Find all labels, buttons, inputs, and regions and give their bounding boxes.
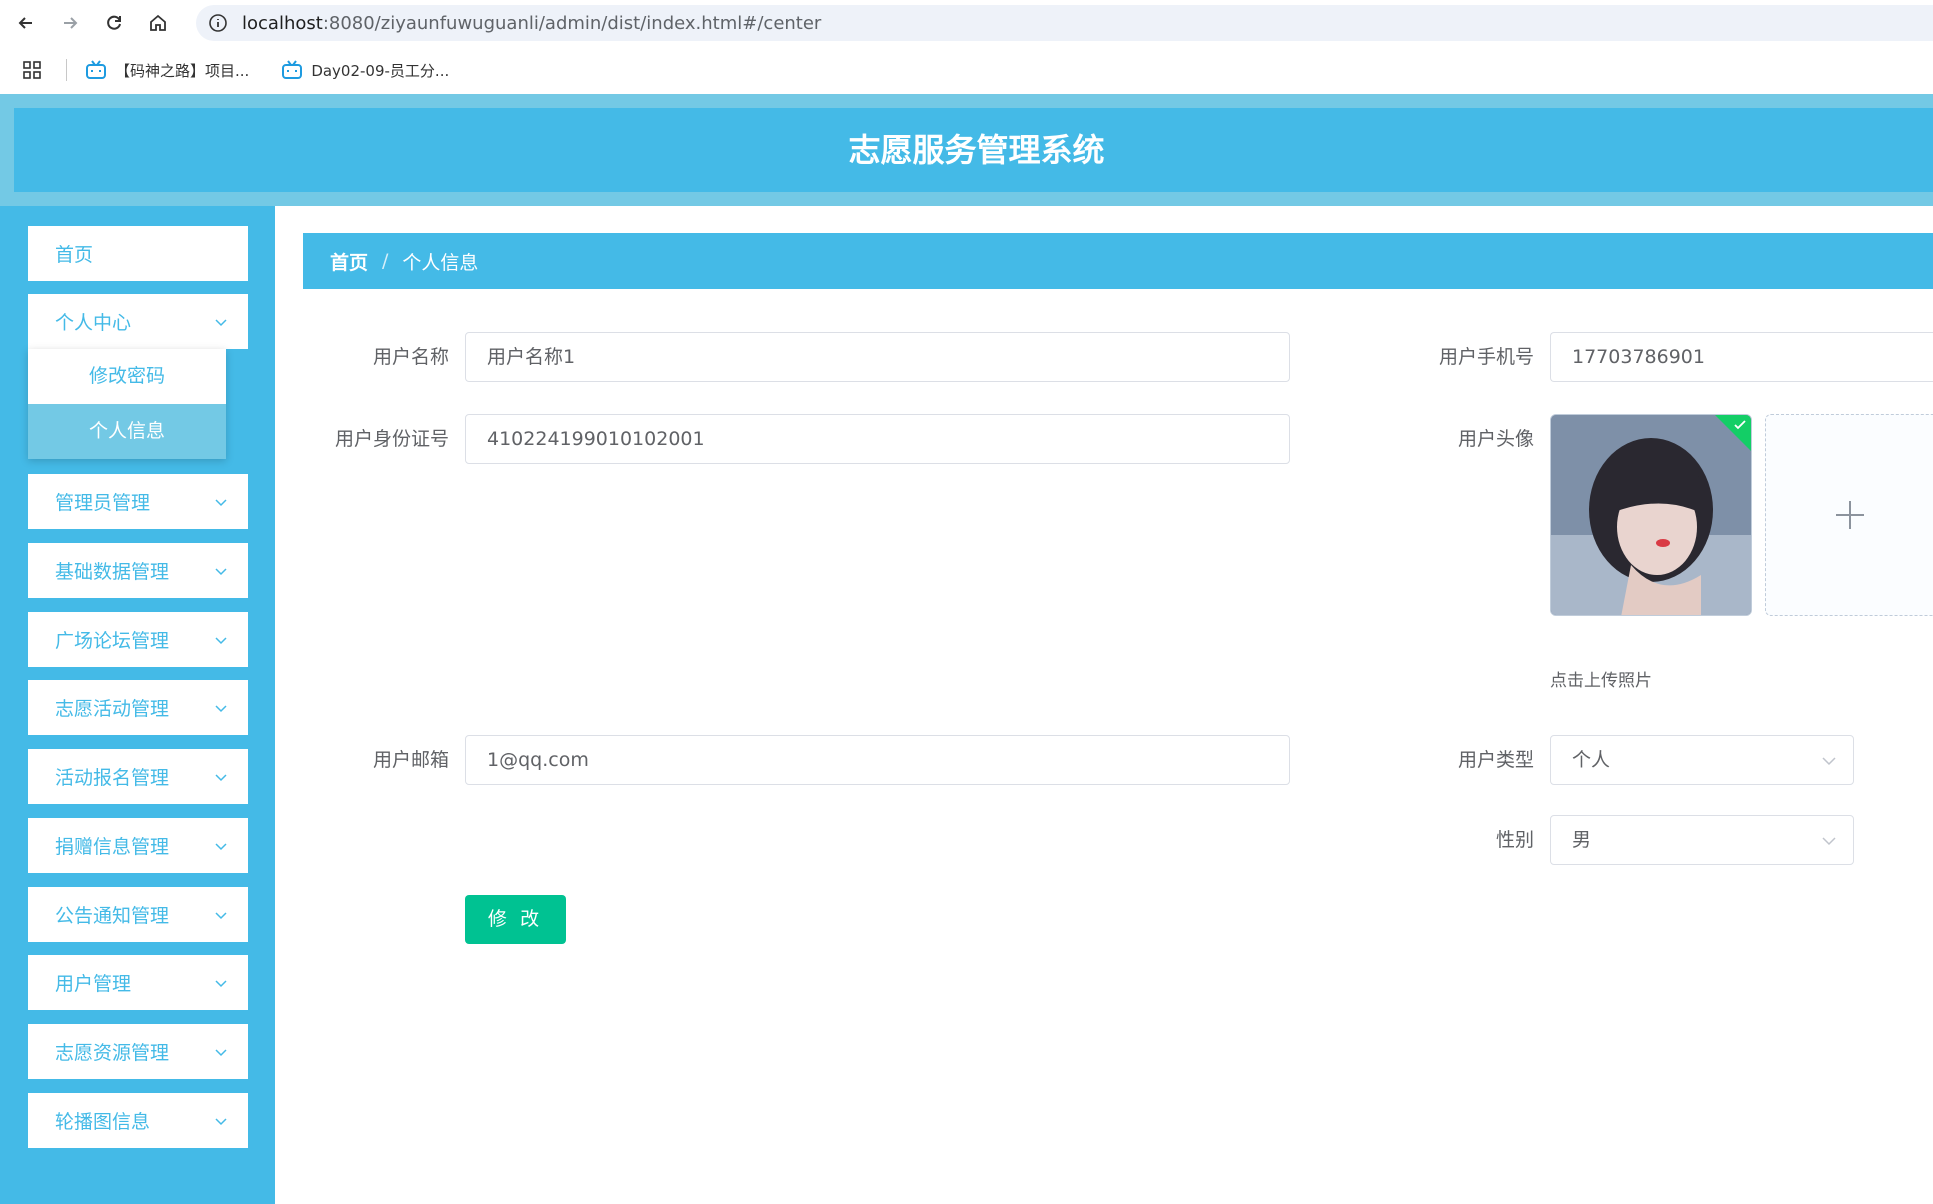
back-button[interactable] xyxy=(4,0,48,46)
chevron-down-icon xyxy=(215,498,227,506)
arrow-left-icon xyxy=(18,17,32,29)
breadcrumb: 首页 / 个人信息 xyxy=(303,233,1933,289)
sidebar-item-label: 首页 xyxy=(55,244,94,266)
app-title: 志愿服务管理系统 xyxy=(848,131,1105,169)
avatar-image[interactable] xyxy=(1550,414,1752,616)
gender-label: 性别 xyxy=(1495,829,1534,851)
info-icon[interactable] xyxy=(208,13,228,33)
user-type-select[interactable]: 个人 xyxy=(1550,735,1854,785)
app-header: 志愿服务管理系统 xyxy=(0,94,1933,206)
sidebar-item-resources[interactable]: 志愿资源管理 xyxy=(28,1024,248,1079)
sidebar-item-carousel[interactable]: 轮播图信息 xyxy=(28,1093,248,1148)
sidebar-item-personal-center[interactable]: 个人中心 xyxy=(28,294,248,349)
sidebar-item-donation[interactable]: 捐赠信息管理 xyxy=(28,818,248,873)
breadcrumb-separator: / xyxy=(382,250,389,272)
chevron-down-icon xyxy=(215,636,227,644)
user-type-value: 个人 xyxy=(1572,749,1611,771)
bookmark-label: Day02-09-员工分... xyxy=(311,61,450,80)
sidebar-item-label: 广场论坛管理 xyxy=(55,630,170,652)
chevron-down-icon xyxy=(215,842,227,850)
chevron-down-icon xyxy=(215,1117,227,1125)
sidebar-item-users[interactable]: 用户管理 xyxy=(28,955,248,1010)
email-label: 用户邮箱 xyxy=(372,749,449,771)
avatar-label: 用户头像 xyxy=(1457,428,1534,450)
url-text: localhost:8080/ziyaunfuwuguanli/admin/di… xyxy=(242,12,822,34)
chevron-down-icon xyxy=(215,1048,227,1056)
sidebar-item-label: 用户管理 xyxy=(55,973,132,995)
chevron-down-icon xyxy=(215,911,227,919)
bookmark-item[interactable]: 【码神之路】项目... xyxy=(85,60,249,81)
sidebar-item-admin[interactable]: 管理员管理 xyxy=(28,474,248,529)
sidebar-item-label: 志愿资源管理 xyxy=(55,1042,170,1064)
chevron-down-icon xyxy=(215,567,227,575)
sidebar-item-notice[interactable]: 公告通知管理 xyxy=(28,887,248,942)
submenu-item-personal-info[interactable]: 个人信息 xyxy=(28,404,226,459)
upload-tip: 点击上传照片 xyxy=(1550,671,1652,691)
sidebar-item-label: 公告通知管理 xyxy=(55,905,170,927)
home-button[interactable] xyxy=(136,0,180,46)
sidebar-item-label: 个人中心 xyxy=(55,312,132,334)
sidebar-item-registration[interactable]: 活动报名管理 xyxy=(28,749,248,804)
bilibili-icon xyxy=(282,60,303,79)
browser-toolbar: localhost:8080/ziyaunfuwuguanli/admin/di… xyxy=(0,0,1933,46)
chevron-down-icon xyxy=(1822,837,1836,846)
sidebar-item-label: 活动报名管理 xyxy=(55,767,170,789)
bookmark-item[interactable]: Day02-09-员工分... xyxy=(281,60,449,81)
sidebar-item-label: 管理员管理 xyxy=(55,492,151,514)
bookmarks-bar: 【码神之路】项目... Day02-09-员工分... xyxy=(0,46,1933,94)
submenu-item-change-password[interactable]: 修改密码 xyxy=(28,349,226,404)
home-icon xyxy=(150,14,166,31)
sidebar-item-label: 志愿活动管理 xyxy=(55,698,170,720)
app-header-inner: 志愿服务管理系统 xyxy=(14,108,1933,192)
reload-button[interactable] xyxy=(92,0,136,46)
personal-center-submenu: 修改密码 个人信息 xyxy=(28,349,226,459)
sidebar-item-home[interactable]: 首页 xyxy=(28,226,248,281)
email-input[interactable]: 1@qq.com xyxy=(465,735,1290,785)
address-bar[interactable]: localhost:8080/ziyaunfuwuguanli/admin/di… xyxy=(196,5,1933,41)
phone-label: 用户手机号 xyxy=(1438,346,1534,368)
reload-icon xyxy=(107,15,121,30)
sidebar-item-basic-data[interactable]: 基础数据管理 xyxy=(28,543,248,598)
sidebar-item-activity[interactable]: 志愿活动管理 xyxy=(28,680,248,735)
apps-grid-icon[interactable] xyxy=(22,60,42,80)
forward-button[interactable] xyxy=(48,0,92,46)
sidebar-item-label: 轮播图信息 xyxy=(55,1111,151,1133)
bookmark-label: 【码神之路】项目... xyxy=(115,61,250,80)
id-number-input[interactable]: 410224199010102001 xyxy=(465,414,1290,464)
phone-input[interactable]: 17703786901 xyxy=(1550,332,1933,382)
breadcrumb-current: 个人信息 xyxy=(402,251,479,274)
chevron-down-icon xyxy=(215,704,227,712)
plus-icon xyxy=(1835,501,1864,529)
sidebar-item-label: 基础数据管理 xyxy=(55,561,170,583)
chevron-down-icon xyxy=(215,773,227,781)
id-number-label: 用户身份证号 xyxy=(334,428,449,450)
gender-select[interactable]: 男 xyxy=(1550,815,1854,865)
bilibili-icon xyxy=(86,60,106,79)
chevron-down-icon xyxy=(215,318,227,326)
avatar-upload-button[interactable] xyxy=(1765,414,1933,616)
username-label: 用户名称 xyxy=(372,346,449,368)
sidebar-item-label: 捐赠信息管理 xyxy=(55,836,170,858)
arrow-right-icon xyxy=(64,17,78,29)
user-type-label: 用户类型 xyxy=(1457,749,1534,771)
username-input[interactable]: 用户名称1 xyxy=(465,332,1290,382)
chevron-down-icon xyxy=(1822,757,1836,766)
breadcrumb-home[interactable]: 首页 xyxy=(330,248,368,275)
sidebar-item-forum[interactable]: 广场论坛管理 xyxy=(28,612,248,667)
bookmarks-divider xyxy=(66,59,67,81)
chevron-down-icon xyxy=(215,979,227,987)
gender-value: 男 xyxy=(1572,829,1592,851)
check-icon xyxy=(1734,420,1746,430)
submit-button[interactable]: 修 改 xyxy=(465,895,566,944)
